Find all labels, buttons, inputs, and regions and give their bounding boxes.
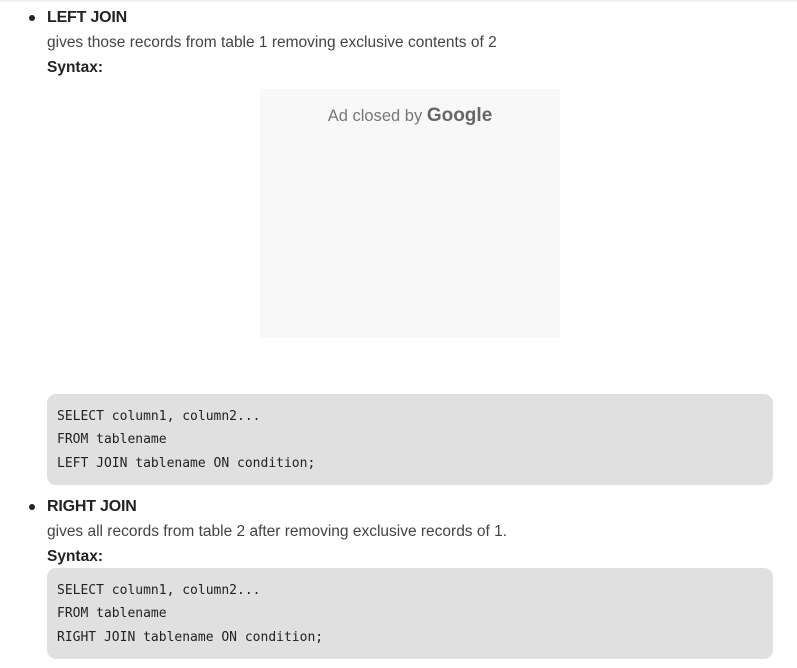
right-join-title: RIGHT JOIN (47, 498, 137, 515)
right-join-syntax-label: Syntax: (47, 548, 103, 565)
right-join-description: gives all records from table 2 after rem… (47, 523, 508, 540)
ad-closed-text: Ad closed by (327, 107, 423, 125)
google-logo: Google (426, 105, 493, 126)
left-join-code-block[interactable]: SELECT column1, column2... FROM tablenam… (47, 394, 773, 485)
left-join-syntax-label: Syntax: (47, 59, 103, 76)
left-join-title: LEFT JOIN (47, 9, 127, 26)
bullet-icon (29, 504, 35, 510)
bullet-icon (29, 15, 35, 21)
ad-closed-label: Ad closed by Google (328, 105, 493, 127)
left-join-description: gives those records from table 1 removin… (47, 34, 497, 51)
list-item-left-join: LEFT JOIN gives those records from table… (0, 8, 797, 78)
top-divider (0, 0, 797, 2)
right-join-code-block[interactable]: SELECT column1, column2... FROM tablenam… (47, 568, 773, 659)
ad-placeholder: Ad closed by Google (260, 89, 560, 338)
list-item-right-join: RIGHT JOIN gives all records from table … (0, 497, 797, 567)
